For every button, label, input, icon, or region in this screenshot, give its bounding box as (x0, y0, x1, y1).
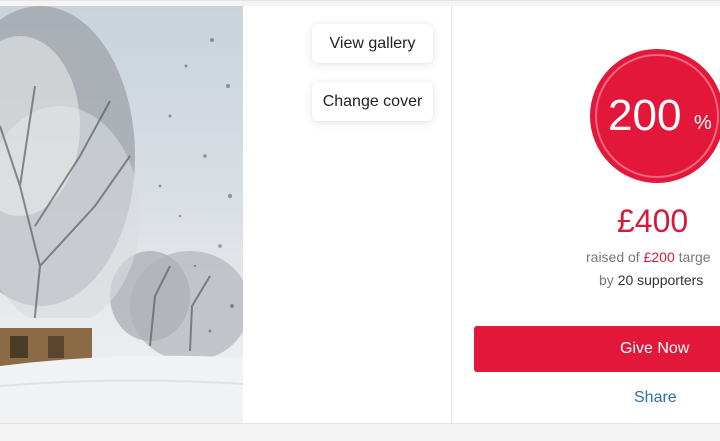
target-amount: £200 (643, 249, 675, 265)
page-top-border (0, 0, 720, 1)
change-cover-button[interactable]: Change cover (312, 82, 433, 121)
progress-percent-value: 200 (608, 91, 682, 140)
raised-amount: £400 (617, 203, 689, 239)
supporters-prefix: by (599, 272, 618, 288)
progress-percent-sign: % (694, 112, 712, 134)
snowy-trees-illustration (0, 6, 243, 423)
give-now-label: Give Now (620, 340, 690, 357)
give-now-button[interactable]: Give Now (474, 326, 720, 372)
bottom-strip (0, 423, 720, 441)
view-gallery-label: View gallery (329, 34, 416, 52)
share-link[interactable]: Share (634, 388, 677, 408)
target-prefix: raised of (586, 249, 644, 265)
gallery-panel (243, 6, 451, 423)
view-gallery-button[interactable]: View gallery (312, 24, 433, 63)
change-cover-label: Change cover (322, 92, 423, 110)
cover-image (0, 6, 243, 423)
target-suffix: targe (674, 249, 711, 265)
target-line: raised of £200 targe (586, 247, 711, 267)
supporters-count: 20 supporters (617, 272, 704, 288)
supporters-line: by 20 supporters (599, 270, 703, 290)
